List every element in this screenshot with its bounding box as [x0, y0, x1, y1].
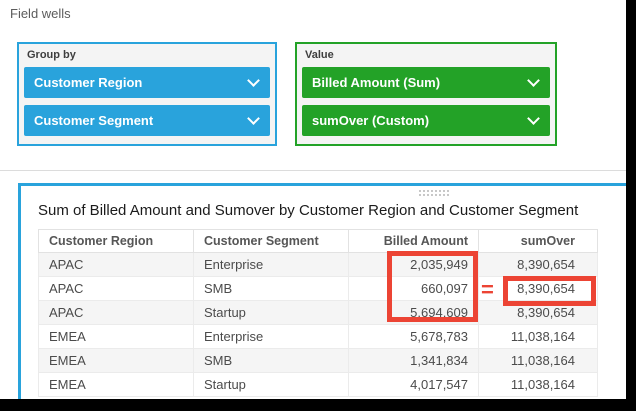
visual-title: Sum of Billed Amount and Sumover by Cust…	[38, 202, 578, 219]
cell-billed-amount: 1,341,834	[349, 349, 479, 373]
cell-billed-amount: 2,035,949	[349, 253, 479, 277]
cell-sumover: 8,390,654	[479, 301, 598, 325]
table-row: APAC SMB 660,097 8,390,654	[39, 277, 598, 301]
cell-sumover: 8,390,654	[479, 253, 598, 277]
page-title: Field wells	[10, 6, 71, 21]
cell-sumover: 11,038,164	[479, 325, 598, 349]
table-row: EMEA SMB 1,341,834 11,038,164	[39, 349, 598, 373]
table-row: APAC Startup 5,694,609 8,390,654	[39, 301, 598, 325]
column-header-sumover[interactable]: sumOver	[479, 230, 598, 253]
cell-segment: Enterprise	[194, 325, 349, 349]
table-row: APAC Enterprise 2,035,949 8,390,654	[39, 253, 598, 277]
group-by-label: Group by	[27, 49, 76, 61]
cell-billed-amount: 4,017,547	[349, 373, 479, 397]
cell-billed-amount: 660,097	[349, 277, 479, 301]
cell-region: APAC	[39, 277, 194, 301]
chevron-down-icon	[527, 74, 540, 87]
group-by-well: Group by Customer Region Customer Segmen…	[17, 42, 277, 146]
pivot-table: Customer Region Customer Segment Billed …	[38, 229, 598, 397]
drag-handle-icon[interactable]	[418, 189, 451, 196]
chevron-down-icon	[247, 74, 260, 87]
cell-region: EMEA	[39, 325, 194, 349]
cell-billed-amount: 5,678,783	[349, 325, 479, 349]
table-visual-panel[interactable]: Sum of Billed Amount and Sumover by Cust…	[18, 183, 626, 399]
dropdown-customer-segment-label: Customer Segment	[34, 113, 153, 128]
cell-sumover: 8,390,654	[479, 277, 598, 301]
cell-segment: SMB	[194, 349, 349, 373]
value-well: Value Billed Amount (Sum) sumOver (Custo…	[295, 42, 557, 146]
dropdown-sumover[interactable]: sumOver (Custom)	[302, 105, 550, 136]
cell-region: EMEA	[39, 373, 194, 397]
dropdown-sumover-label: sumOver (Custom)	[312, 113, 429, 128]
chevron-down-icon	[247, 112, 260, 125]
column-header-billed-amount[interactable]: Billed Amount	[349, 230, 479, 253]
cell-sumover: 11,038,164	[479, 349, 598, 373]
column-header-customer-segment[interactable]: Customer Segment	[194, 230, 349, 253]
section-divider	[0, 170, 626, 171]
screenshot-frame: Field wells Group by Customer Region Cus…	[0, 0, 636, 411]
table-row: EMEA Startup 4,017,547 11,038,164	[39, 373, 598, 397]
dropdown-billed-amount[interactable]: Billed Amount (Sum)	[302, 67, 550, 98]
cell-segment: Startup	[194, 301, 349, 325]
cell-billed-amount: 5,694,609	[349, 301, 479, 325]
column-header-customer-region[interactable]: Customer Region	[39, 230, 194, 253]
cell-region: APAC	[39, 253, 194, 277]
dropdown-customer-region-label: Customer Region	[34, 75, 142, 90]
dropdown-customer-segment[interactable]: Customer Segment	[24, 105, 270, 136]
chevron-down-icon	[527, 112, 540, 125]
value-label: Value	[305, 49, 334, 61]
cell-segment: Startup	[194, 373, 349, 397]
cell-segment: Enterprise	[194, 253, 349, 277]
cell-region: EMEA	[39, 349, 194, 373]
dropdown-billed-amount-label: Billed Amount (Sum)	[312, 75, 440, 90]
cell-segment: SMB	[194, 277, 349, 301]
field-wells-pane: Field wells Group by Customer Region Cus…	[0, 0, 626, 399]
dropdown-customer-region[interactable]: Customer Region	[24, 67, 270, 98]
cell-sumover: 11,038,164	[479, 373, 598, 397]
table-row: EMEA Enterprise 5,678,783 11,038,164	[39, 325, 598, 349]
table-header-row: Customer Region Customer Segment Billed …	[39, 230, 598, 253]
cell-region: APAC	[39, 301, 194, 325]
